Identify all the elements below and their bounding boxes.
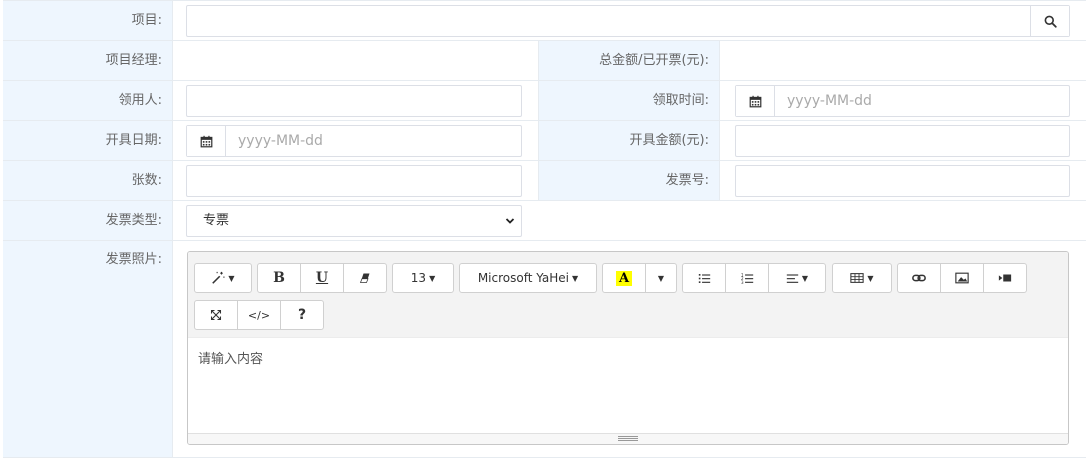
font-name-value: Microsoft YaHei (477, 271, 570, 285)
issue-date-input[interactable]: yyyy-MM-dd (186, 125, 522, 157)
issue-amount-label: 开具金额(元): (538, 121, 720, 160)
search-button[interactable] (1030, 6, 1069, 36)
search-icon (1044, 15, 1057, 28)
issue-date-placeholder: yyyy-MM-dd (238, 133, 323, 149)
align-left-icon (786, 273, 799, 283)
invoice-photo-label: 发票照片: (3, 241, 173, 457)
project-input[interactable] (186, 5, 1070, 37)
grip-icon (618, 436, 638, 441)
receive-time-placeholder: yyyy-MM-dd (787, 93, 872, 109)
color-dropdown[interactable]: ▼ (645, 263, 677, 293)
project-manager-value (173, 41, 538, 80)
align-dropdown[interactable]: ▼ (768, 263, 826, 293)
table-dropdown[interactable]: ▼ (832, 263, 892, 293)
link-icon (912, 274, 926, 282)
font-size-value: 13 (410, 271, 427, 285)
code-icon: </> (247, 308, 271, 322)
chevron-down-icon (505, 218, 515, 224)
help-button[interactable]: ? (280, 300, 324, 330)
font-size-dropdown[interactable]: 13 ▼ (392, 263, 454, 293)
rich-text-editor[interactable]: ▼ B U 13 ▼ Microsoft YaHei ▼ A ▼ 1 2 3 ▼… (187, 251, 1069, 445)
svg-text:3: 3 (741, 279, 744, 284)
invoice-form: 项目: 项目经理: 总金额/已开票(元): 领用人: 领取时间: yyyy-MM… (3, 0, 1086, 458)
invoice-type-label: 发票类型: (3, 201, 173, 240)
row-invoice-type: 发票类型: 专票 (3, 201, 1086, 241)
eraser-icon (359, 273, 370, 283)
receiver-label: 领用人: (3, 81, 173, 120)
invoice-type-selected: 专票 (203, 213, 230, 228)
issue-amount-input[interactable] (735, 125, 1070, 157)
count-label: 张数: (3, 161, 173, 200)
total-amount-value (720, 41, 1086, 80)
video-icon (998, 274, 1012, 282)
row-receiver: 领用人: 领取时间: yyyy-MM-dd (3, 81, 1086, 121)
fullscreen-icon (210, 309, 222, 321)
project-label: 项目: (3, 1, 173, 40)
total-amount-label: 总金额/已开票(元): (538, 41, 720, 80)
bold-button[interactable]: B (257, 263, 301, 293)
calendar-icon (749, 95, 761, 107)
editor-resize-handle[interactable] (188, 433, 1068, 444)
editor-content[interactable]: 请输入内容 (188, 338, 1068, 434)
underline-button[interactable]: U (300, 263, 344, 293)
editor-toolbar: ▼ B U 13 ▼ Microsoft YaHei ▼ A ▼ 1 2 3 ▼… (188, 252, 1068, 338)
calendar-icon (200, 135, 212, 147)
row-invoice-photo: 发票照片: ▼ B U 13 ▼ Microsoft YaHei ▼ A ▼ 1… (3, 241, 1086, 458)
numbered-list-icon: 123 (741, 272, 753, 284)
invoice-type-select[interactable]: 专票 (186, 205, 522, 237)
invoice-no-input[interactable] (735, 165, 1070, 197)
receiver-input[interactable] (186, 85, 522, 117)
font-name-dropdown[interactable]: Microsoft YaHei ▼ (459, 263, 597, 293)
ordered-list-button[interactable]: 123 (725, 263, 769, 293)
color-button[interactable]: A (602, 263, 646, 293)
row-count: 张数: 发票号: (3, 161, 1086, 201)
style-button[interactable]: ▼ (194, 263, 252, 293)
image-button[interactable] (940, 263, 984, 293)
eraser-button[interactable] (343, 263, 387, 293)
project-manager-label: 项目经理: (3, 41, 173, 80)
table-icon (850, 273, 865, 283)
code-view-button[interactable]: </> (237, 300, 281, 330)
magic-wand-icon (212, 271, 225, 284)
row-project: 项目: (3, 1, 1086, 41)
unordered-list-button[interactable] (682, 263, 726, 293)
fullscreen-button[interactable] (194, 300, 238, 330)
issue-date-label: 开具日期: (3, 121, 173, 160)
receive-time-input[interactable]: yyyy-MM-dd (735, 85, 1070, 117)
link-button[interactable] (897, 263, 941, 293)
bullet-list-icon (698, 273, 710, 283)
invoice-no-label: 发票号: (538, 161, 720, 200)
row-manager: 项目经理: 总金额/已开票(元): (3, 41, 1086, 81)
video-button[interactable] (983, 263, 1027, 293)
count-input[interactable] (186, 165, 522, 197)
receive-time-label: 领取时间: (538, 81, 720, 120)
color-letter: A (615, 270, 633, 286)
calendar-addon[interactable] (736, 86, 775, 116)
row-issue: 开具日期: yyyy-MM-dd 开具金额(元): (3, 121, 1086, 161)
calendar-addon[interactable] (187, 126, 226, 156)
image-icon (955, 272, 969, 284)
